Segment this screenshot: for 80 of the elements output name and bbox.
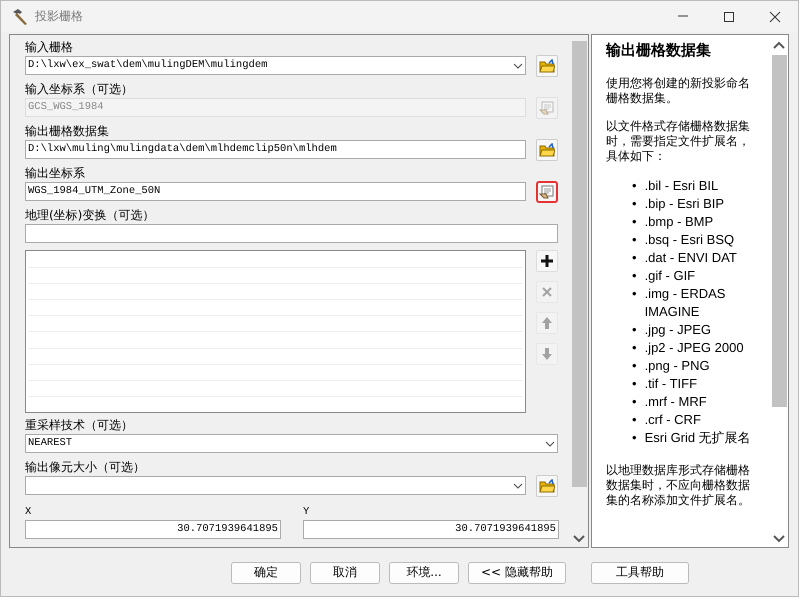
properties-button[interactable] <box>536 180 558 202</box>
scroll-up-icon[interactable] <box>773 41 785 49</box>
list-bullet: • <box>632 321 637 339</box>
dropdown-field[interactable] <box>25 476 526 495</box>
folder-icon <box>539 142 555 156</box>
add-button[interactable] <box>536 250 558 272</box>
plus-icon <box>540 254 554 268</box>
list-bullet: • <box>632 213 637 231</box>
maximize-icon <box>723 10 735 22</box>
scrollbar-thumb[interactable] <box>772 55 786 407</box>
browse-button[interactable] <box>536 138 558 160</box>
cancel-button[interactable]: 取消 <box>310 562 380 584</box>
help-list-item: .bil - Esri BIL <box>644 177 720 195</box>
list-bullet: • <box>632 357 637 375</box>
properties-icon <box>539 100 555 114</box>
folder-icon <box>539 478 555 492</box>
help-list-item: .crf - CRF <box>644 411 702 429</box>
list-bullet: • <box>632 375 637 393</box>
down-arrow-icon <box>541 347 553 361</box>
list-bullet: • <box>632 249 637 267</box>
chevron-down-icon <box>513 62 523 68</box>
input-field[interactable]: 30.7071939641895 <box>303 520 559 539</box>
browse-button[interactable] <box>536 54 558 76</box>
help-list-item: .mrf - MRF <box>644 393 708 411</box>
hide-help-button[interactable]: << 隐藏帮助 <box>468 562 566 584</box>
tool-help-button[interactable]: 工具帮助 <box>590 562 689 584</box>
input-field[interactable]: WGS_1984_UTM_Zone_50N <box>25 182 526 201</box>
input-field[interactable]: D:\lxw\muling\mulingdata\dem\mlhdemclip50n\mlhdem <box>25 140 526 159</box>
help-list-item: .img - ERDAS IMAGINE <box>644 285 726 321</box>
help-list-item: .gif - GIF <box>644 267 696 285</box>
scroll-down-icon[interactable] <box>573 535 585 543</box>
list-bullet: • <box>632 231 637 249</box>
close-icon <box>769 10 781 22</box>
field-label: 输入坐标系（可选） <box>25 82 134 96</box>
scrollbar-thumb[interactable] <box>572 41 586 487</box>
help-list-item: .bmp - BMP <box>644 213 714 231</box>
scroll-down-icon[interactable] <box>773 535 785 543</box>
ok-button[interactable]: 确定 <box>231 562 301 584</box>
close-icon <box>541 286 553 298</box>
dropdown-field[interactable]: D:\lxw\ex_swat\dem\mulingDEM\mulingdem <box>25 56 526 75</box>
chevron-down-icon <box>545 440 555 446</box>
help-text: 以地理数据库形式存储栅格数据集时，不应向栅格数据集的名称添加文件扩展名。 <box>606 463 751 508</box>
field-label: 地理(坐标)变换（可选） <box>25 208 156 222</box>
help-list-item: .jpg - JPEG <box>644 321 712 339</box>
help-list-item: .bip - Esri BIP <box>644 195 726 213</box>
help-list-item: .bsq - Esri BSQ <box>644 231 736 249</box>
list-bullet: • <box>632 267 637 285</box>
list-bullet: • <box>632 429 637 447</box>
chevron-down-icon <box>513 482 523 488</box>
field-label: 输出坐标系 <box>25 166 86 180</box>
input-field[interactable]: 30.7071939641895 <box>25 520 281 539</box>
help-list-item: .png - PNG <box>644 357 711 375</box>
list-bullet: • <box>632 177 637 195</box>
hammer-icon <box>11 8 29 26</box>
help-title: 输出栅格数据集 <box>606 41 712 60</box>
field-label: 输出栅格数据集 <box>25 124 110 138</box>
list-bullet: • <box>632 195 637 213</box>
list-bullet: • <box>632 411 637 429</box>
list-bullet: • <box>632 285 637 303</box>
browse-button[interactable] <box>536 474 558 496</box>
help-text: 以文件格式存储栅格数据集时，需要指定文件扩展名，具体如下： <box>606 119 751 164</box>
help-text: 使用您将创建的新投影命名栅格数据集。 <box>606 76 751 106</box>
environments-button[interactable]: 环境... <box>389 562 459 584</box>
input-field[interactable] <box>25 224 558 243</box>
field-label: X <box>25 506 32 518</box>
field-label: 重采样技术（可选） <box>25 418 134 432</box>
field-label: Y <box>303 506 310 518</box>
up-arrow-icon <box>541 316 553 330</box>
field-label: 输出像元大小（可选） <box>25 460 146 474</box>
properties-icon <box>539 184 555 198</box>
field-label: 输入栅格 <box>25 40 74 54</box>
help-list-item: .jp2 - JPEG 2000 <box>644 339 745 357</box>
list-bullet: • <box>632 393 637 411</box>
list-bullet: • <box>632 339 637 357</box>
help-list-item: .tif - TIFF <box>644 375 698 393</box>
folder-icon <box>539 58 555 72</box>
dropdown-field[interactable]: NEAREST <box>25 434 558 453</box>
help-list-item: .dat - ENVI DAT <box>644 249 738 267</box>
help-list-item: Esri Grid 无扩展名 <box>644 429 752 447</box>
window-title: 投影栅格 <box>35 8 84 25</box>
